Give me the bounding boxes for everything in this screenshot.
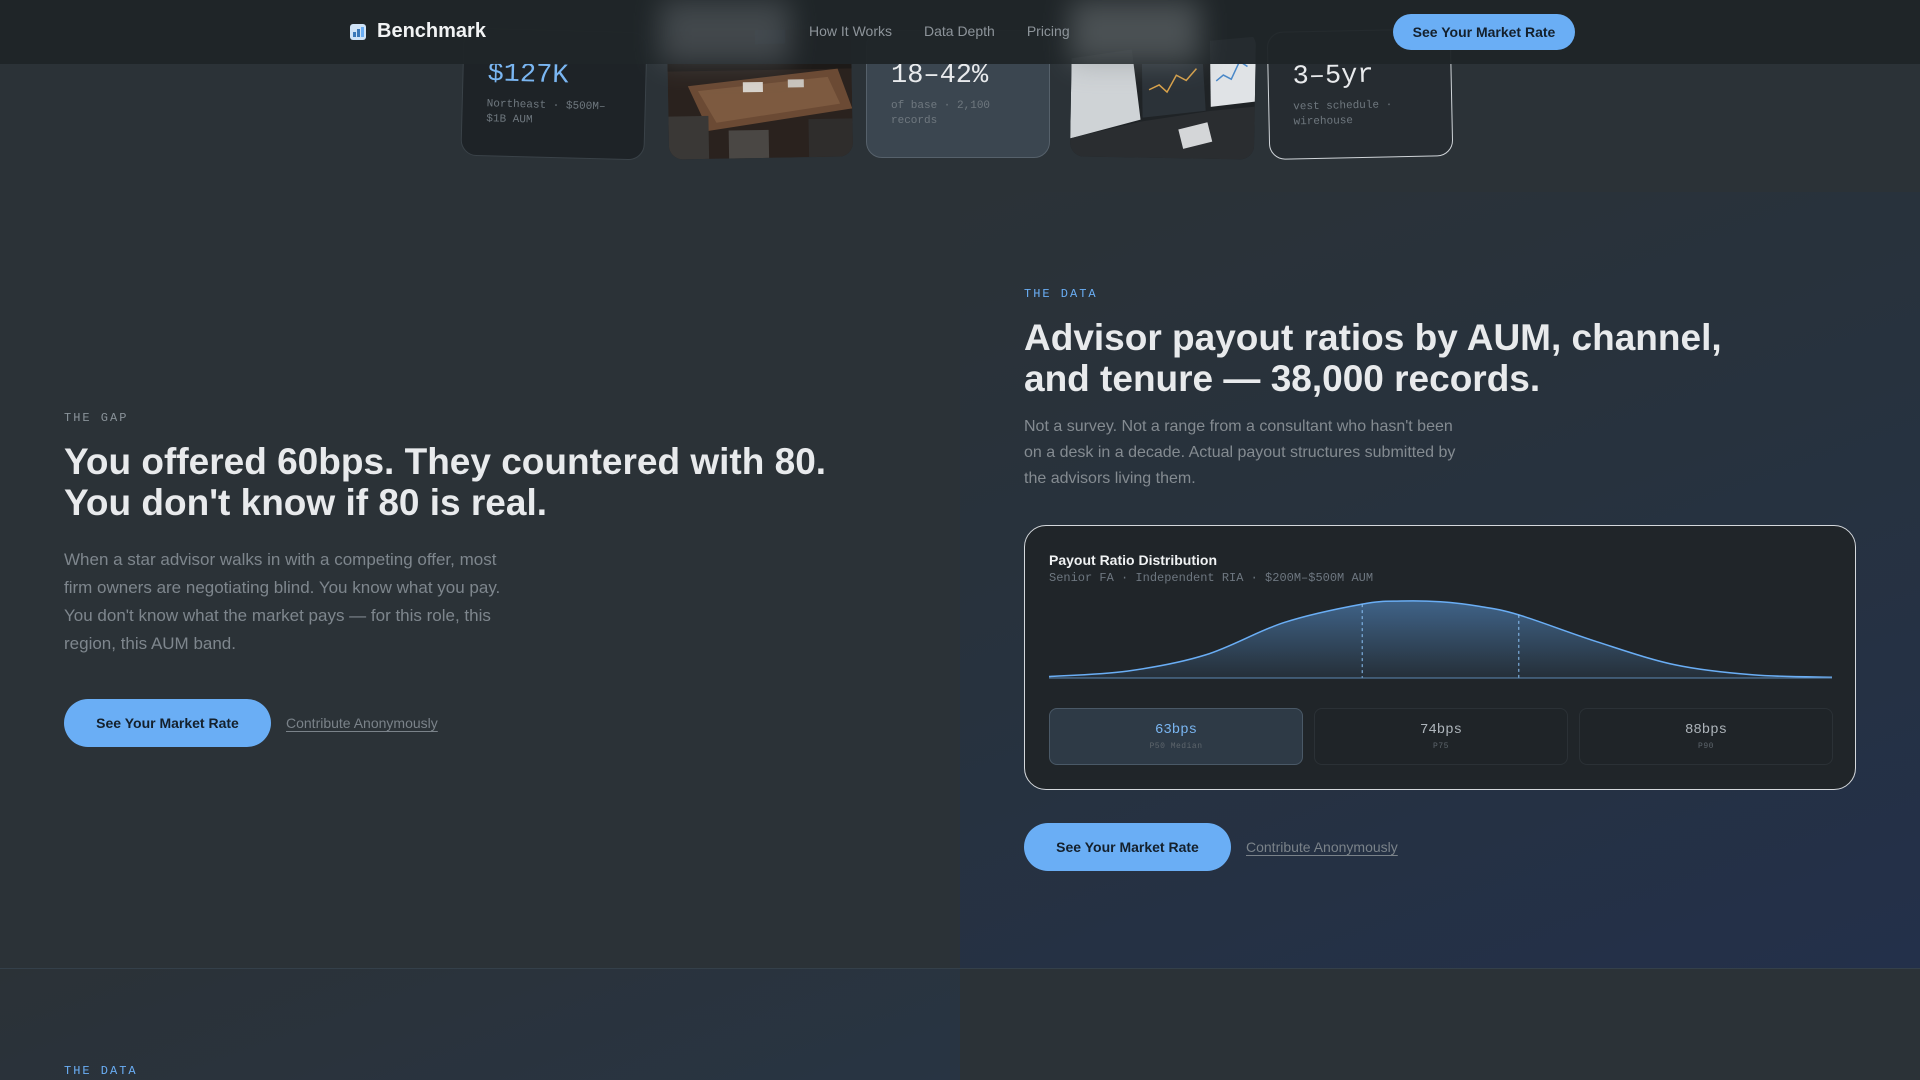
stat-card-value: $127K (487, 59, 569, 92)
chart-subtitle: Senior FA · Independent RIA · $200M–$500… (1049, 571, 1374, 585)
distribution-chart (1048, 600, 1833, 679)
gap-cta-button[interactable]: See Your Market Rate (64, 699, 271, 747)
nav-link-how-it-works[interactable]: How It Works (809, 23, 892, 39)
gap-heading: You offered 60bps. They countered with 8… (64, 441, 827, 523)
nav-link-pricing[interactable]: Pricing (1027, 23, 1070, 39)
data-cta-button[interactable]: See Your Market Rate (1024, 823, 1231, 871)
nav-links: How It Works Data Depth Pricing (809, 23, 1070, 39)
stat-label: P75 (1433, 742, 1449, 751)
stat-p50[interactable]: 63bps P50 Median (1049, 708, 1303, 765)
chart-title: Payout Ratio Distribution (1049, 552, 1217, 568)
stat-card-caption: of base · 2,100 records (891, 100, 991, 127)
stat-card-caption: Northeast · $500M–$1B AUM (486, 98, 606, 127)
stat-value: 63bps (1154, 722, 1197, 738)
nav-backdrop-blur (660, 0, 790, 64)
nav-backdrop-blur (1070, 0, 1200, 64)
top-nav: Benchmark How It Works Data Depth Pricin… (0, 0, 1920, 64)
logo-icon (350, 23, 366, 40)
stat-card-caption: vest schedule · wirehouse (1293, 99, 1393, 129)
gap-body: When a star advisor walks in with a comp… (64, 550, 501, 653)
chart-stats: 63bps P50 Median 74bps P75 88bps P90 (1049, 708, 1833, 765)
payout-chart-card: Payout Ratio Distribution Senior FA · In… (1024, 525, 1856, 790)
gap-contribute-link[interactable]: Contribute Anonymously (286, 715, 438, 731)
next-section-eyebrow: THE DATA (64, 1064, 138, 1078)
stat-label: P50 Median (1149, 742, 1203, 751)
data-eyebrow: THE DATA (1024, 287, 1098, 301)
stat-p75[interactable]: 74bps P75 (1314, 708, 1568, 765)
nav-link-data-depth[interactable]: Data Depth (924, 23, 995, 39)
stat-p90[interactable]: 88bps P90 (1579, 708, 1833, 765)
data-heading: Advisor payout ratios by AUM, channel, a… (1024, 317, 1722, 399)
stat-card-value: 3–5yr (1292, 60, 1374, 93)
stat-card-value: 18–42% (891, 61, 989, 91)
data-body: Not a survey. Not a range from a consult… (1024, 418, 1456, 487)
next-section-left (0, 969, 960, 1080)
stat-value: 88bps (1684, 722, 1727, 738)
brand-name: Benchmark (377, 20, 486, 42)
brand-logo-link[interactable]: Benchmark (349, 20, 486, 43)
data-contribute-link[interactable]: Contribute Anonymously (1246, 839, 1398, 855)
nav-cta-button[interactable]: See Your Market Rate (1393, 14, 1575, 50)
next-section-right (960, 969, 1920, 1080)
gap-eyebrow: THE GAP (64, 411, 129, 425)
stat-value: 74bps (1419, 722, 1462, 738)
distribution-area (1049, 600, 1832, 678)
stat-label: P90 (1698, 742, 1714, 751)
